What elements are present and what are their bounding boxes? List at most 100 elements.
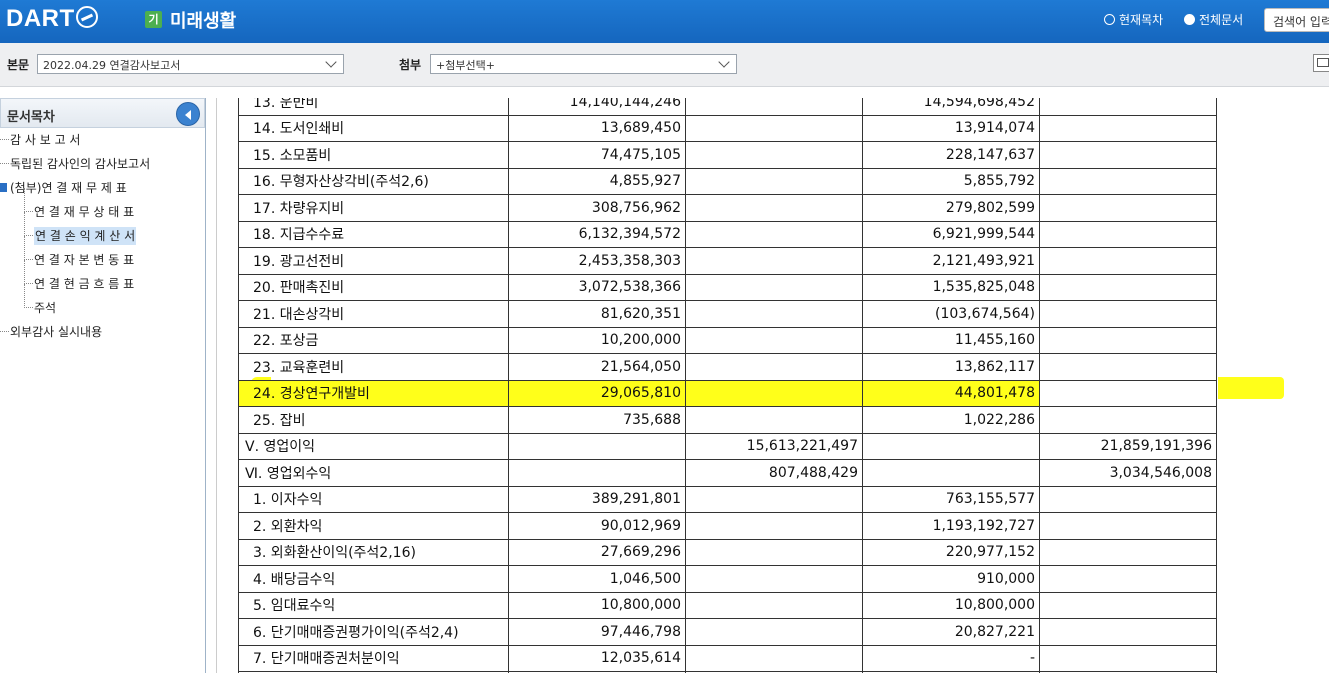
amount-cell: 12,035,614 <box>508 644 686 672</box>
amount-cell <box>1039 326 1217 354</box>
amount-cell: 1,046,500 <box>508 565 686 593</box>
toc-item-label: 외부감사 실시내용 <box>10 325 103 339</box>
account-name-cell: 15. 소모품비 <box>238 141 509 169</box>
amount-cell <box>685 326 863 354</box>
amount-cell <box>685 273 863 301</box>
amount-cell <box>1039 247 1217 275</box>
amount-cell <box>685 247 863 275</box>
account-name-cell: 3. 외화환산이익(주석2,16) <box>238 538 509 566</box>
table-row: 25. 잡비 735,688 1,022,286 <box>238 406 1217 434</box>
table-row: 3. 외화환산이익(주석2,16) 27,669,296 220,977,152 <box>238 538 1217 566</box>
company-type-badge: 기 <box>145 11 162 28</box>
amount-cell: 81,620,351 <box>508 300 686 328</box>
chevron-down-icon <box>325 56 337 68</box>
chevron-down-icon <box>718 56 730 68</box>
amount-cell <box>1039 406 1217 434</box>
toc-item-label: 감 사 보 고 서 <box>10 133 81 147</box>
body-label: 본문 <box>7 58 30 72</box>
toc-tree: 감 사 보 고 서 독립된 감사인의 감사보고서 (첨부)연 결 재 무 제 표… <box>0 128 205 344</box>
toc-item-independent-auditor[interactable]: 독립된 감사인의 감사보고서 <box>0 152 205 176</box>
amount-cell: 13,914,074 <box>862 114 1040 142</box>
tree-expanded-icon[interactable] <box>0 183 7 192</box>
body-select-value: 2022.04.29 연결감사보고서 <box>43 59 181 72</box>
amount-cell: 1,535,825,048 <box>862 273 1040 301</box>
amount-cell <box>685 167 863 195</box>
toc-item-audit-report[interactable]: 감 사 보 고 서 <box>0 128 205 152</box>
scope-all-label: 전체문서 <box>1199 13 1244 27</box>
amount-cell: 6,921,999,544 <box>862 220 1040 248</box>
account-name-cell: 1. 이자수익 <box>238 485 509 513</box>
scope-current-radio[interactable]: 현재목차 <box>1104 11 1163 28</box>
account-name-cell: 18. 지급수수료 <box>238 220 509 248</box>
toc-item-equity-changes[interactable]: 연 결 자 본 변 동 표 <box>0 236 205 272</box>
account-name-cell: 2. 외환차익 <box>238 512 509 540</box>
search-input[interactable]: 검색어 입력 <box>1264 8 1329 32</box>
amount-cell: 3,072,538,366 <box>508 273 686 301</box>
document-viewer[interactable]: 13. 운반비 14,140,144,246 14,594,698,452 14. 도… <box>216 98 1329 673</box>
attach-select[interactable]: +첨부선택+ <box>430 54 737 74</box>
monitor-icon[interactable] <box>1313 54 1329 72</box>
toc-item-label: 연 결 재 무 상 태 표 <box>34 205 135 219</box>
table-row: 22. 포상금 10,200,000 11,455,160 <box>238 326 1217 354</box>
amount-cell <box>862 459 1040 487</box>
amount-cell <box>685 565 863 593</box>
table-row: 19. 광고선전비 2,453,358,303 2,121,493,921 <box>238 247 1217 275</box>
account-name-cell: Ⅵ. 영업외수익 <box>238 459 509 487</box>
account-name-cell: 7. 단기매매증권처분이익 <box>238 644 509 672</box>
toc-item-external-audit[interactable]: 외부감사 실시내용 <box>0 320 205 344</box>
amount-cell <box>1039 565 1217 593</box>
amount-cell <box>1039 273 1217 301</box>
attach-label: 첨부 <box>399 58 422 72</box>
body-select[interactable]: 2022.04.29 연결감사보고서 <box>37 54 344 74</box>
account-name-cell: 21. 대손상각비 <box>238 300 509 328</box>
amount-cell <box>1039 167 1217 195</box>
logo-mark-icon <box>75 6 98 28</box>
dart-logo[interactable]: DART <box>6 5 98 33</box>
table-row: 15. 소모품비 74,475,105 228,147,637 <box>238 141 1217 169</box>
amount-cell: - <box>862 644 1040 672</box>
table-row: 17. 차량유지비 308,756,962 279,802,599 <box>238 194 1217 222</box>
amount-cell <box>685 300 863 328</box>
account-name-cell: 13. 운반비 <box>238 98 509 116</box>
toc-item-cash-flow[interactable]: 연 결 현 금 흐 름 표 <box>0 260 205 296</box>
amount-cell: 14,594,698,452 <box>862 98 1040 116</box>
amount-cell <box>685 114 863 142</box>
amount-cell: 10,800,000 <box>862 591 1040 619</box>
amount-cell: 21,564,050 <box>508 353 686 381</box>
scope-all-radio[interactable]: 전체문서 <box>1184 11 1243 28</box>
toc-item-income-statement[interactable]: 연 결 손 익 계 산 서 <box>0 212 205 248</box>
amount-cell: 20,827,221 <box>862 618 1040 646</box>
toc-item-notes[interactable]: 주석 <box>0 284 205 320</box>
amount-cell <box>685 512 863 540</box>
amount-cell <box>1039 220 1217 248</box>
amount-cell: 10,800,000 <box>508 591 686 619</box>
toc-item-label: 연 결 손 익 계 산 서 <box>34 227 137 245</box>
account-name-cell: 6. 단기매매증권평가이익(주석2,4) <box>238 618 509 646</box>
highlight-mark <box>1218 377 1284 399</box>
amount-cell: 220,977,152 <box>862 538 1040 566</box>
toc-item-consolidated-statements[interactable]: (첨부)연 결 재 무 제 표 <box>0 176 205 200</box>
toc-header: 문서목차 <box>0 98 205 128</box>
amount-cell <box>685 141 863 169</box>
amount-cell: 3,034,546,008 <box>1039 459 1217 487</box>
amount-cell <box>685 379 863 407</box>
amount-cell <box>685 220 863 248</box>
account-name-cell: 25. 잡비 <box>238 406 509 434</box>
table-row: 6. 단기매매증권평가이익(주석2,4) 97,446,798 20,827,221 <box>238 618 1217 646</box>
collapse-left-icon[interactable] <box>176 102 200 126</box>
amount-cell <box>685 485 863 513</box>
table-row: 18. 지급수수료 6,132,394,572 6,921,999,544 <box>238 220 1217 248</box>
table-row: 4. 배당금수익 1,046,500 910,000 <box>238 565 1217 593</box>
amount-cell: 735,688 <box>508 406 686 434</box>
account-name-cell: 14. 도서인쇄비 <box>238 114 509 142</box>
toc-item-label: 독립된 감사인의 감사보고서 <box>10 157 151 171</box>
amount-cell: 29,065,810 <box>508 379 686 407</box>
account-name-cell: 17. 차량유지비 <box>238 194 509 222</box>
toc-item-label: 주석 <box>34 301 57 315</box>
table-row: 2. 외환차익 90,012,969 1,193,192,727 <box>238 512 1217 540</box>
amount-cell <box>685 194 863 222</box>
toc-item-label: 연 결 자 본 변 동 표 <box>34 253 135 267</box>
income-statement-table: 13. 운반비 14,140,144,246 14,594,698,452 14. 도… <box>238 98 1217 673</box>
amount-cell: 807,488,429 <box>685 459 863 487</box>
toc-item-financial-position[interactable]: 연 결 재 무 상 태 표 <box>0 188 205 224</box>
